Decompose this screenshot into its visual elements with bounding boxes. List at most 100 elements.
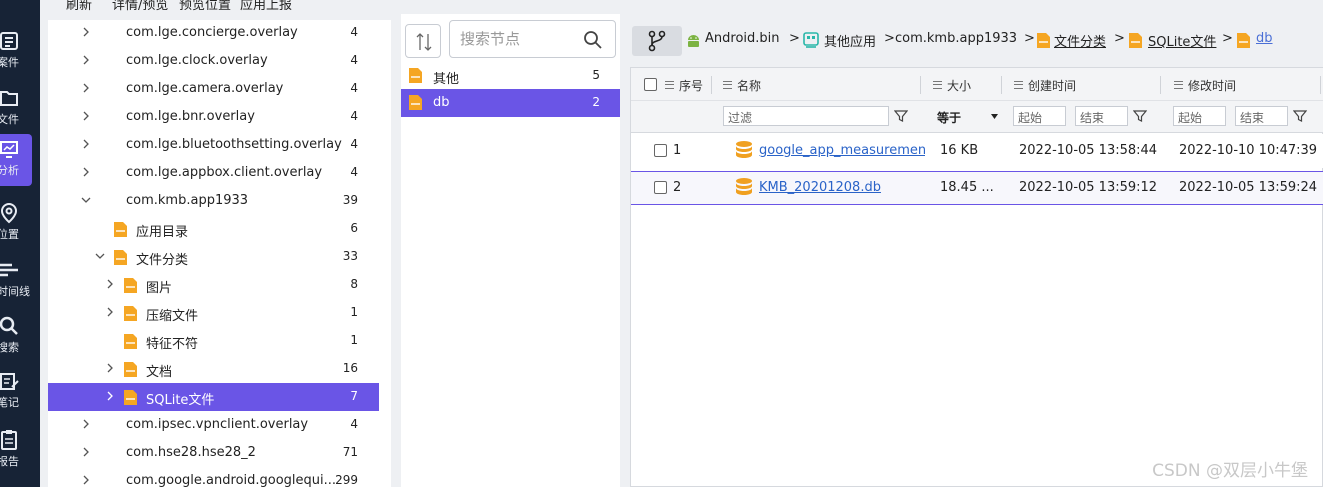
column-header-index[interactable]: 序号 (665, 77, 703, 94)
refresh-button[interactable]: 刷新 (66, 0, 92, 13)
chevron-down-icon[interactable] (80, 194, 92, 206)
chevron-right-icon[interactable] (104, 278, 116, 290)
rail-item-analysis[interactable]: 分析 (0, 134, 32, 186)
name-filter-input[interactable]: 过滤 (723, 106, 889, 126)
tree-node[interactable]: SQLite文件 7 (48, 383, 379, 411)
chevron-right-icon[interactable] (80, 418, 92, 430)
file-size: 18.45 ... (940, 180, 994, 195)
node-search-box[interactable] (449, 20, 616, 58)
rail-item-timeline[interactable]: 时间线 (0, 255, 40, 307)
column-header-name[interactable]: 名称 (723, 77, 761, 94)
column-divider[interactable] (1001, 76, 1002, 94)
chevron-right-icon[interactable] (104, 362, 116, 374)
file-name-link[interactable]: google_app_measurement_ (759, 143, 925, 158)
breadcrumb-item[interactable]: 文件分类 (1054, 31, 1106, 50)
table-row[interactable]: 1 google_app_measurement_ 16 KB 2022-10-… (631, 134, 1323, 168)
tree-node-label: com.lge.camera.overlay (126, 81, 284, 96)
tree-node-count: 4 (350, 137, 358, 151)
column-divider[interactable] (711, 76, 712, 94)
column-divider[interactable] (1320, 76, 1321, 94)
select-all-checkbox[interactable] (644, 78, 657, 91)
rail-item-case[interactable]: 案件 (0, 26, 40, 78)
node-item-other[interactable]: 其他 5 (401, 62, 620, 90)
chevron-right-icon[interactable] (80, 82, 92, 94)
size-operator-select[interactable]: 等于 (937, 109, 961, 126)
breadcrumb-item-current[interactable]: db (1256, 31, 1273, 46)
file-tree: com.lge.concierge.overlay 4 com.lge.clock.… (48, 20, 391, 487)
sort-button[interactable] (405, 24, 441, 58)
tree-node[interactable]: com.lge.clock.overlay 4 (48, 47, 379, 75)
chevron-right-icon[interactable] (80, 138, 92, 150)
tree-node[interactable]: 应用目录 6 (48, 215, 379, 243)
row-checkbox[interactable] (654, 144, 667, 157)
column-label: 名称 (737, 79, 762, 93)
search-icon[interactable] (583, 30, 603, 50)
chevron-right-icon[interactable] (80, 166, 92, 178)
tree-node[interactable]: com.lge.camera.overlay 4 (48, 75, 379, 103)
rail-item-search[interactable]: 搜索 (0, 311, 40, 363)
rail-item-notes[interactable]: 笔记 (0, 366, 40, 418)
chevron-right-icon[interactable] (80, 446, 92, 458)
tree-node[interactable]: com.lge.bluetoothsetting.overlay 4 (48, 131, 379, 159)
table-row[interactable]: 2 KMB_20201208.db 18.45 ... 2022-10-05 1… (631, 171, 1323, 205)
filter-icon[interactable] (894, 109, 908, 123)
tree-node-count: 4 (350, 165, 358, 179)
chevron-right-icon[interactable] (80, 110, 92, 122)
rail-item-files[interactable]: 文件 (0, 83, 40, 135)
chevron-down-icon[interactable] (94, 250, 106, 262)
rail-item-location[interactable]: 位置 (0, 198, 40, 250)
folder-icon (124, 362, 137, 377)
menu-icon (1014, 81, 1023, 89)
app-report-button[interactable]: 应用上报 (240, 0, 292, 13)
file-name-link[interactable]: KMB_20201208.db (759, 180, 925, 195)
filter-icon[interactable] (1293, 109, 1307, 123)
modified-end-input[interactable]: 结束 (1235, 106, 1288, 126)
node-item-db[interactable]: db 2 (401, 89, 620, 117)
chevron-right-icon[interactable] (104, 306, 116, 318)
tree-node[interactable]: com.lge.appbox.client.overlay 4 (48, 159, 379, 187)
tree-node[interactable]: com.ipsec.vpnclient.overlay 4 (48, 411, 379, 439)
row-checkbox[interactable] (654, 181, 667, 194)
column-divider[interactable] (920, 76, 921, 94)
tree-node[interactable]: com.hse28.hse28_2 71 (48, 439, 379, 467)
tree-node[interactable]: com.lge.bnr.overlay 4 (48, 103, 379, 131)
created-time: 2022-10-05 13:59:12 (1019, 180, 1158, 195)
tree-node-count: 299 (335, 473, 358, 487)
modified-start-input[interactable]: 起始 (1173, 106, 1226, 126)
tree-node[interactable]: 文件分类 33 (48, 243, 379, 271)
created-start-input[interactable]: 起始 (1013, 106, 1066, 126)
created-end-input[interactable]: 结束 (1075, 106, 1128, 126)
rail-item-report[interactable]: 报告 (0, 425, 40, 477)
breadcrumb-item[interactable]: com.kmb.app1933 (895, 31, 1017, 46)
chevron-right-icon[interactable] (80, 474, 92, 486)
chevron-down-icon[interactable] (991, 114, 998, 119)
column-divider[interactable] (1160, 76, 1161, 94)
preview-position-button[interactable]: 预览位置 (179, 0, 231, 13)
chevron-right-icon[interactable] (80, 26, 92, 38)
branch-button[interactable] (632, 26, 682, 56)
chevron-right-icon[interactable] (104, 390, 116, 402)
breadcrumb-item[interactable]: Android.bin (705, 31, 780, 46)
tree-node[interactable]: com.kmb.app1933 39 (48, 187, 379, 215)
column-header-size[interactable]: 大小 (933, 77, 971, 94)
detail-preview-button[interactable]: 详情/预览 (112, 0, 168, 13)
tree-node-label: com.kmb.app1933 (126, 193, 249, 208)
tree-node[interactable]: 图片 8 (48, 271, 379, 299)
column-header-created[interactable]: 创建时间 (1014, 77, 1076, 94)
breadcrumb-item[interactable]: SQLite文件 (1148, 31, 1216, 50)
tree-node[interactable]: com.google.android.googlequi... 299 (48, 467, 379, 487)
tree-node[interactable]: com.lge.concierge.overlay 4 (48, 19, 379, 47)
node-search-input[interactable] (460, 30, 580, 48)
tree-node-count: 33 (342, 249, 358, 263)
modified-time: 2022-10-10 10:47:39 (1179, 143, 1318, 158)
tree-node[interactable]: 压缩文件 1 (48, 299, 379, 327)
database-icon (736, 178, 752, 195)
filter-icon[interactable] (1133, 109, 1147, 123)
chevron-right-icon[interactable] (80, 54, 92, 66)
column-header-modified[interactable]: 修改时间 (1174, 77, 1236, 94)
filter-row: 过滤 等于 起始 结束 起始 结束 (631, 101, 1323, 133)
tree-node[interactable]: 文档 16 (48, 355, 379, 383)
tree-node[interactable]: 特征不符 1 (48, 327, 379, 355)
node-list: 其他 5 db 2 (401, 14, 620, 487)
breadcrumb-item[interactable]: 其他应用 (824, 31, 876, 50)
